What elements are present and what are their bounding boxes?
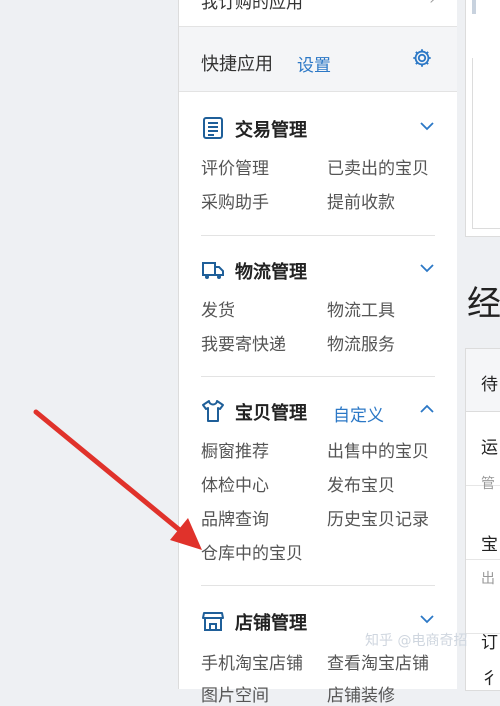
- section-title: 物流管理: [235, 262, 307, 283]
- link-view-store[interactable]: 查看淘宝店铺: [327, 649, 429, 674]
- link-logistics-tools[interactable]: 物流工具: [327, 296, 395, 321]
- link-send-express[interactable]: 我要寄快递: [201, 330, 286, 355]
- list-text-fragment: 待: [481, 375, 498, 395]
- chevron-down-icon[interactable]: [419, 260, 435, 276]
- store-icon: [202, 612, 224, 631]
- sidebar-item-my-apps[interactable]: 我订购的应用 ›: [179, 0, 457, 27]
- quick-apps-header: 快捷应用 设置: [179, 27, 457, 92]
- divider: [201, 235, 435, 236]
- link-ship[interactable]: 发货: [201, 296, 235, 321]
- link-mobile-store[interactable]: 手机淘宝店铺: [201, 649, 303, 674]
- customize-link[interactable]: 自定义: [333, 401, 384, 426]
- content-card: [465, 0, 500, 237]
- content-card-inner: [472, 58, 500, 229]
- chevron-up-icon[interactable]: [419, 401, 435, 417]
- scroll-marker: [472, 0, 476, 14]
- link-check-center[interactable]: 体检中心: [201, 471, 269, 496]
- link-purchase-assistant[interactable]: 采购助手: [201, 188, 269, 213]
- section-header-items[interactable]: 宝贝管理 自定义: [201, 397, 439, 426]
- link-sold-items[interactable]: 已卖出的宝贝: [327, 154, 429, 179]
- link-review-management[interactable]: 评价管理: [201, 154, 269, 179]
- main-content-edge: 经 待 运 管 宝 出 订 彳: [457, 0, 500, 691]
- link-store-decoration[interactable]: 店铺装修: [327, 681, 395, 706]
- link-image-space[interactable]: 图片空间: [201, 681, 269, 706]
- truck-icon: [202, 262, 224, 279]
- section-header-trade[interactable]: 交易管理: [201, 114, 439, 142]
- shirt-icon: [202, 400, 224, 422]
- list-text-fragment: 订: [481, 633, 498, 653]
- section-title: 宝贝管理: [235, 403, 307, 424]
- link-early-payment[interactable]: 提前收款: [327, 188, 395, 213]
- divider: [201, 585, 435, 586]
- link-publish-item[interactable]: 发布宝贝: [327, 471, 395, 496]
- link-window-recommend[interactable]: 橱窗推荐: [201, 437, 269, 462]
- list-text-fragment: 宝: [481, 535, 498, 555]
- chevron-down-icon[interactable]: [419, 118, 435, 134]
- chevron-right-icon: ›: [429, 0, 435, 8]
- quick-apps-title: 快捷应用: [201, 54, 273, 75]
- chevron-down-icon[interactable]: [419, 611, 435, 627]
- link-brand-query[interactable]: 品牌查询: [201, 505, 269, 530]
- link-items-in-warehouse[interactable]: 仓库中的宝贝: [201, 539, 303, 564]
- section-header-logistics[interactable]: 物流管理: [201, 256, 439, 284]
- section-title: 交易管理: [235, 120, 307, 141]
- quick-apps-settings-link[interactable]: 设置: [297, 51, 331, 76]
- list-text-fragment: 彳: [481, 669, 498, 689]
- watermark: 知乎 @电商奇招: [365, 633, 468, 649]
- link-item-history[interactable]: 历史宝贝记录: [327, 505, 429, 530]
- gear-icon[interactable]: [411, 47, 433, 69]
- section-heading-fragment: 经: [467, 284, 500, 324]
- sidebar-item-label: 我订购的应用: [201, 0, 303, 13]
- section-title: 店铺管理: [235, 613, 307, 634]
- list-text-fragment: 管: [481, 476, 495, 492]
- document-list-icon: [203, 117, 223, 139]
- divider: [201, 376, 435, 377]
- sidebar: 我订购的应用 › 快捷应用 设置 交易管理 评价管理 已卖出的宝贝 采购助手 提…: [178, 0, 458, 706]
- list-text-fragment: 运: [481, 438, 498, 458]
- link-items-on-sale[interactable]: 出售中的宝贝: [327, 437, 429, 462]
- list-text-fragment: 出: [481, 571, 495, 587]
- link-logistics-services[interactable]: 物流服务: [327, 330, 395, 355]
